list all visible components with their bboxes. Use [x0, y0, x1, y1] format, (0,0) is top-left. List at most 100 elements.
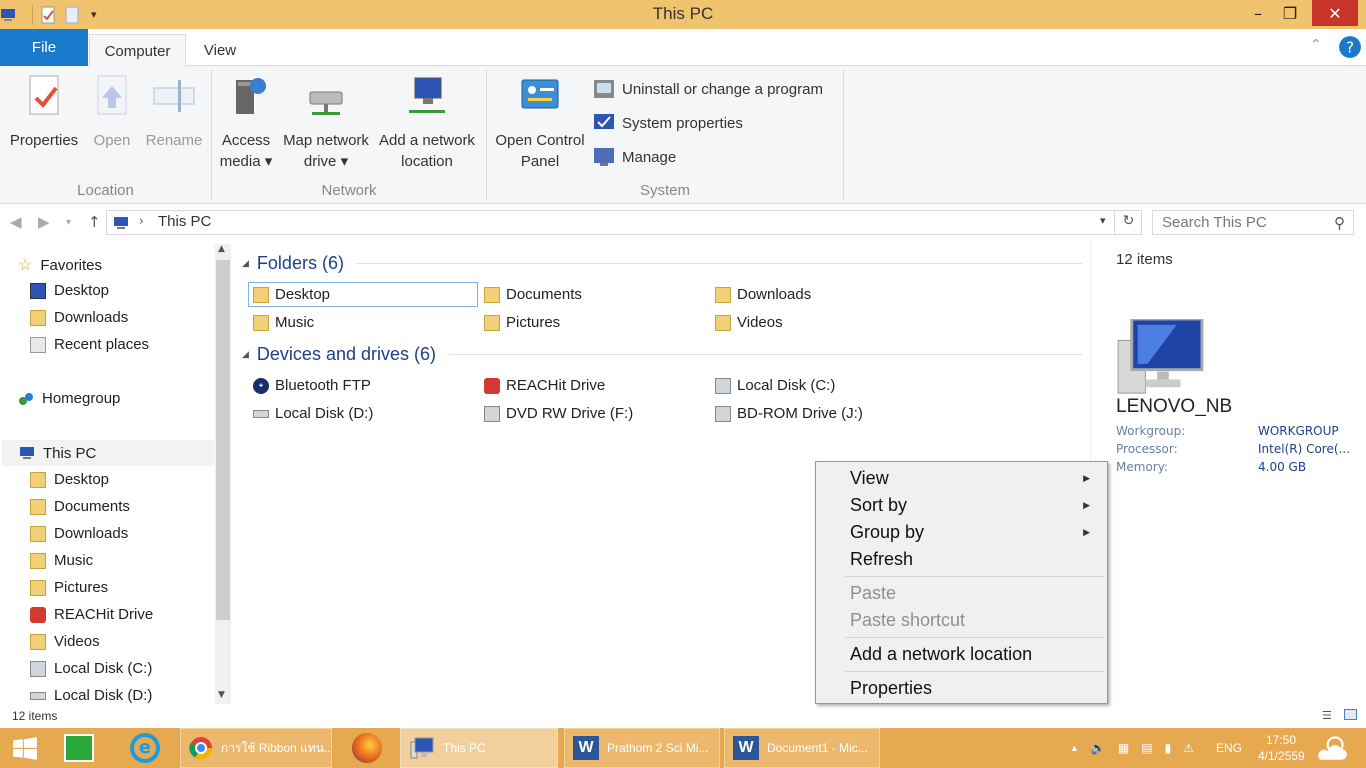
- nav-fav-desktop[interactable]: Desktop: [30, 282, 109, 299]
- maximize-button[interactable]: ❐: [1268, 0, 1312, 26]
- collapse-ribbon-icon[interactable]: ⌃: [1310, 37, 1322, 53]
- nav-pc-local-d[interactable]: Local Disk (D:): [30, 687, 152, 704]
- nav-homegroup[interactable]: Homegroup: [18, 390, 120, 407]
- properties-button[interactable]: Properties: [6, 66, 82, 151]
- input-language[interactable]: ENG: [1216, 728, 1242, 768]
- add-location-label-1: Add a network: [379, 132, 475, 149]
- breadcrumb[interactable]: This PC: [158, 213, 211, 230]
- device-bd-rom[interactable]: BD-ROM Drive (J:): [711, 401, 863, 426]
- scroll-down-arrow[interactable]: ▼: [218, 690, 225, 700]
- nav-scrollbar-thumb[interactable]: [216, 260, 230, 620]
- nav-pc-music[interactable]: Music: [30, 552, 93, 569]
- nav-this-pc[interactable]: This PC: [2, 440, 214, 466]
- open-control-panel-button[interactable]: Open Control Panel: [490, 66, 590, 172]
- uninstall-program-button[interactable]: Uninstall or change a program: [592, 78, 823, 100]
- manage-button[interactable]: Manage: [592, 146, 676, 168]
- open-button[interactable]: Open: [88, 66, 136, 151]
- devices-header[interactable]: ◢ Devices and drives (6): [242, 344, 436, 365]
- folder-videos[interactable]: Videos: [711, 310, 783, 335]
- details-view-icon[interactable]: ☰: [1322, 709, 1332, 722]
- nav-pc-local-c[interactable]: Local Disk (C:): [30, 660, 152, 677]
- submenu-arrow-icon: ▶: [1083, 527, 1090, 537]
- device-reachit[interactable]: REACHit Drive: [480, 373, 605, 398]
- breadcrumb-separator[interactable]: ›: [139, 214, 144, 228]
- taskbar-word-1[interactable]: W Prathom 2 Sci Mi...: [564, 728, 720, 768]
- ctx-group-by[interactable]: Group by ▶: [850, 522, 1100, 543]
- ribbon-separator: [843, 70, 844, 200]
- folder-desktop[interactable]: Desktop: [248, 282, 478, 307]
- scroll-up-arrow[interactable]: ▲: [218, 244, 225, 254]
- system-properties-button[interactable]: System properties: [592, 112, 743, 134]
- ctx-add-network-location[interactable]: Add a network location: [850, 644, 1032, 665]
- folder-downloads[interactable]: Downloads: [711, 282, 811, 307]
- documents-folder-icon: [484, 286, 500, 303]
- search-input[interactable]: Search This PC ⚲: [1152, 210, 1354, 235]
- volume-icon[interactable]: 🔈: [1091, 741, 1106, 755]
- taskbar-word2-label: Document1 - Mic...: [767, 741, 868, 755]
- tab-view[interactable]: View: [189, 34, 251, 66]
- action-center-icon[interactable]: ▦: [1118, 741, 1129, 755]
- ctx-paste-shortcut[interactable]: Paste shortcut: [850, 610, 965, 631]
- tab-computer[interactable]: Computer: [89, 34, 186, 67]
- clock[interactable]: 17:50 4/1/2559: [1258, 732, 1305, 764]
- firefox-icon[interactable]: [352, 733, 382, 763]
- ctx-properties[interactable]: Properties: [850, 678, 932, 699]
- address-dropdown-icon[interactable]: ▾: [1100, 214, 1106, 227]
- nav-pc-documents[interactable]: Documents: [30, 498, 130, 515]
- tab-file[interactable]: File: [0, 29, 88, 66]
- folder-documents[interactable]: Documents: [480, 282, 582, 307]
- nav-item-label: Videos: [54, 633, 100, 650]
- network-signal-icon[interactable]: ▤: [1141, 741, 1152, 755]
- recent-locations-button[interactable]: ▾: [66, 217, 71, 228]
- control-panel-label-1: Open Control: [495, 132, 585, 149]
- nav-fav-downloads[interactable]: Downloads: [30, 309, 128, 326]
- taskbar-word-2[interactable]: W Document1 - Mic...: [724, 728, 880, 768]
- start-icon[interactable]: [12, 736, 38, 762]
- taskbar-file-explorer[interactable]: This PC: [400, 728, 558, 768]
- nav-fav-recent[interactable]: Recent places: [30, 336, 149, 353]
- store-icon[interactable]: [64, 734, 94, 762]
- ctx-paste[interactable]: Paste: [850, 583, 896, 604]
- map-network-drive-button[interactable]: Map network drive ▾: [278, 66, 374, 172]
- nav-pc-downloads[interactable]: Downloads: [30, 525, 128, 542]
- device-local-c[interactable]: Local Disk (C:): [711, 373, 835, 398]
- help-icon[interactable]: ?: [1338, 35, 1362, 59]
- ctx-view[interactable]: View ▶: [850, 468, 1100, 489]
- device-bluetooth-ftp[interactable]: ᛭ Bluetooth FTP: [249, 373, 371, 398]
- taskbar-chrome[interactable]: การใช้ Ribbon แทน...: [180, 728, 332, 768]
- network-warning-icon[interactable]: ⚠: [1183, 741, 1194, 755]
- media-server-icon: [236, 78, 266, 114]
- ctx-sort-by[interactable]: Sort by ▶: [850, 495, 1100, 516]
- device-label: Bluetooth FTP: [275, 377, 371, 394]
- folder-music[interactable]: Music: [249, 310, 314, 335]
- device-local-d[interactable]: Local Disk (D:): [249, 401, 373, 426]
- nav-favorites[interactable]: ☆ Favorites: [18, 255, 102, 275]
- device-dvd-rw[interactable]: DVD RW Drive (F:): [480, 401, 633, 426]
- ribbon: Properties Open Rename Location Access m…: [0, 66, 1366, 204]
- large-icons-view-icon[interactable]: [1344, 709, 1357, 720]
- nav-pc-reachit[interactable]: REACHit Drive: [30, 606, 153, 623]
- rename-button[interactable]: Rename: [142, 66, 206, 151]
- address-bar[interactable]: › ▾: [106, 210, 1142, 235]
- up-button[interactable]: ↑: [88, 213, 101, 231]
- nav-pc-desktop[interactable]: Desktop: [30, 471, 109, 488]
- submenu-arrow-icon: ▶: [1083, 473, 1090, 483]
- refresh-button[interactable]: ↻: [1114, 211, 1142, 234]
- nav-pc-pictures[interactable]: Pictures: [30, 579, 108, 596]
- word-icon: W: [573, 736, 599, 760]
- folder-pictures[interactable]: Pictures: [480, 310, 560, 335]
- reachit-drive-icon: [30, 606, 46, 623]
- close-button[interactable]: ✕: [1312, 0, 1358, 26]
- ctx-separator: [845, 671, 1104, 672]
- show-hidden-icons-icon[interactable]: ▲: [1070, 743, 1079, 753]
- nav-pc-videos[interactable]: Videos: [30, 633, 100, 650]
- back-button[interactable]: ◀: [10, 213, 22, 231]
- battery-icon[interactable]: ▮: [1165, 741, 1172, 755]
- internet-explorer-icon[interactable]: e: [130, 733, 160, 763]
- ctx-refresh[interactable]: Refresh: [850, 549, 913, 570]
- folders-header[interactable]: ◢ Folders (6): [242, 253, 344, 274]
- add-network-location-button[interactable]: Add a network location: [374, 66, 480, 172]
- forward-button[interactable]: ▶: [38, 213, 50, 231]
- access-media-button[interactable]: Access media ▾: [214, 66, 278, 172]
- weather-icon[interactable]: [1316, 734, 1350, 762]
